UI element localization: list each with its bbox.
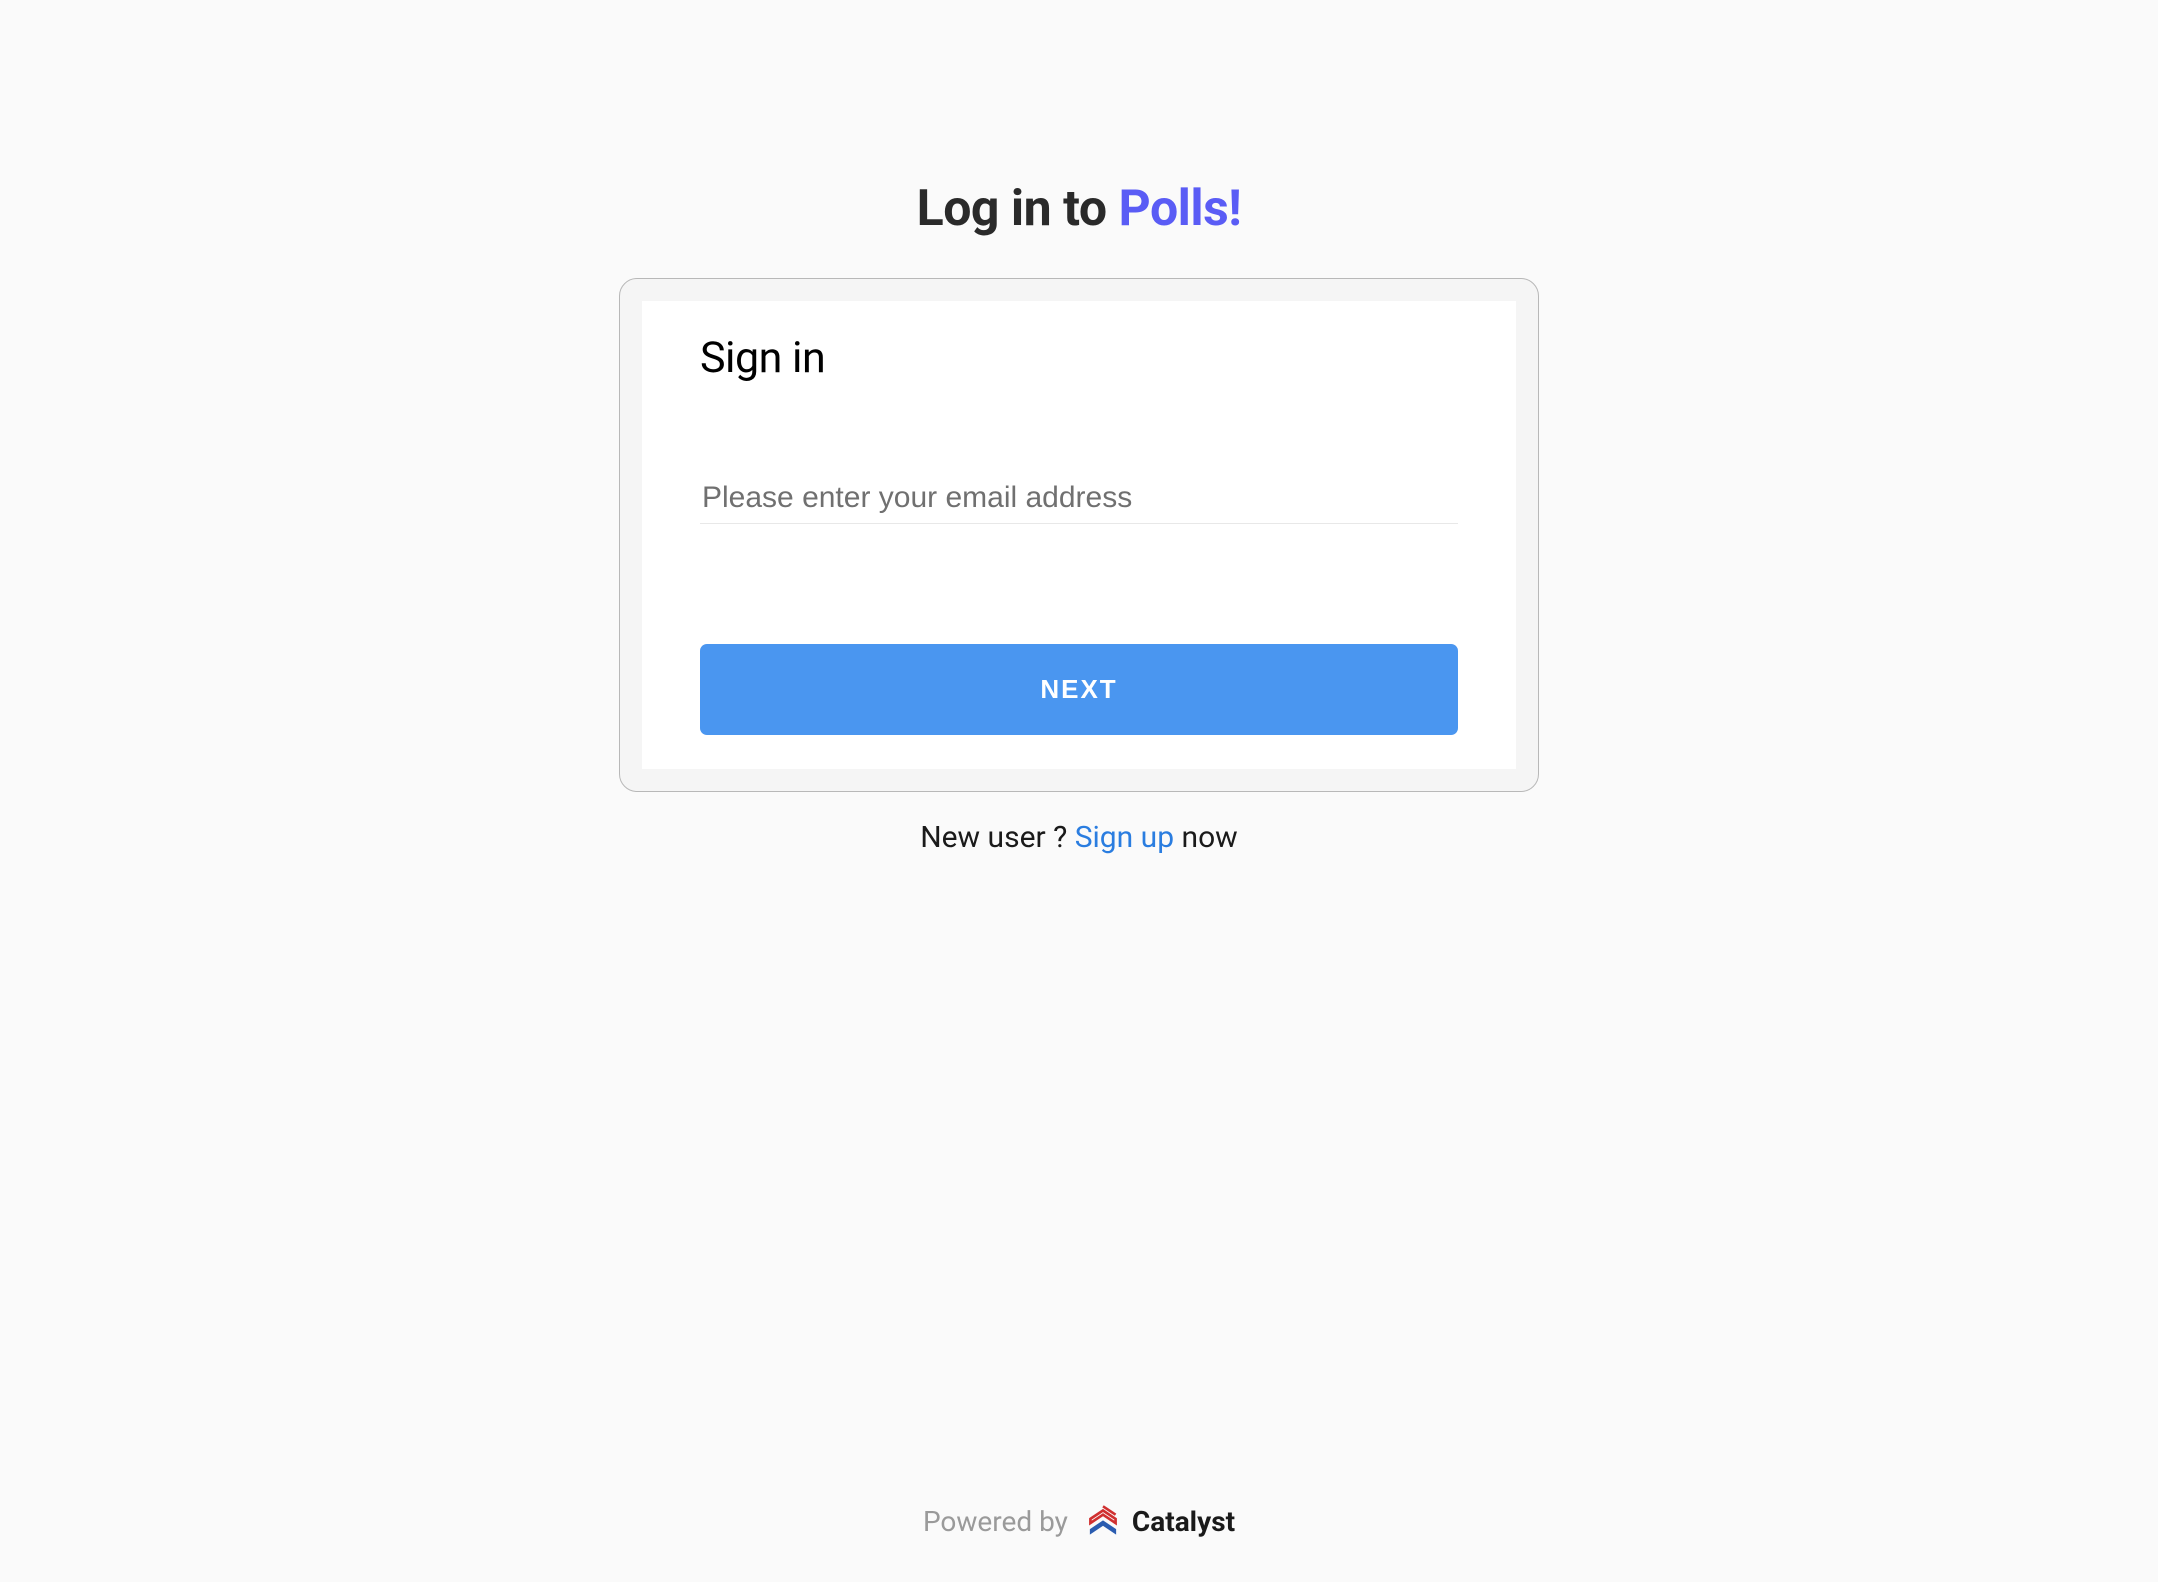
next-button[interactable]: NEXT: [700, 644, 1458, 735]
signup-prefix: New user ?: [920, 820, 1074, 855]
catalyst-brand-text: Catalyst: [1132, 1505, 1235, 1538]
catalyst-icon: [1082, 1500, 1124, 1542]
page-title: Log in to Polls!: [917, 180, 1242, 238]
powered-by-text: Powered by: [923, 1505, 1068, 1538]
title-accent: Polls!: [1119, 180, 1242, 238]
login-card: Sign in NEXT Forgot Password?: [619, 278, 1539, 792]
signup-suffix: now: [1174, 820, 1238, 855]
email-input-wrapper: [700, 473, 1458, 524]
email-input[interactable]: [700, 473, 1458, 524]
signup-link[interactable]: Sign up: [1075, 820, 1174, 855]
catalyst-logo: Catalyst: [1082, 1500, 1235, 1542]
signin-heading: Sign in: [700, 333, 1458, 383]
title-prefix: Log in to: [917, 180, 1119, 238]
footer: Powered by Catalyst: [923, 1500, 1235, 1542]
signup-row: New user ? Sign up now: [920, 820, 1237, 855]
signin-panel: Sign in NEXT Forgot Password?: [642, 301, 1516, 769]
